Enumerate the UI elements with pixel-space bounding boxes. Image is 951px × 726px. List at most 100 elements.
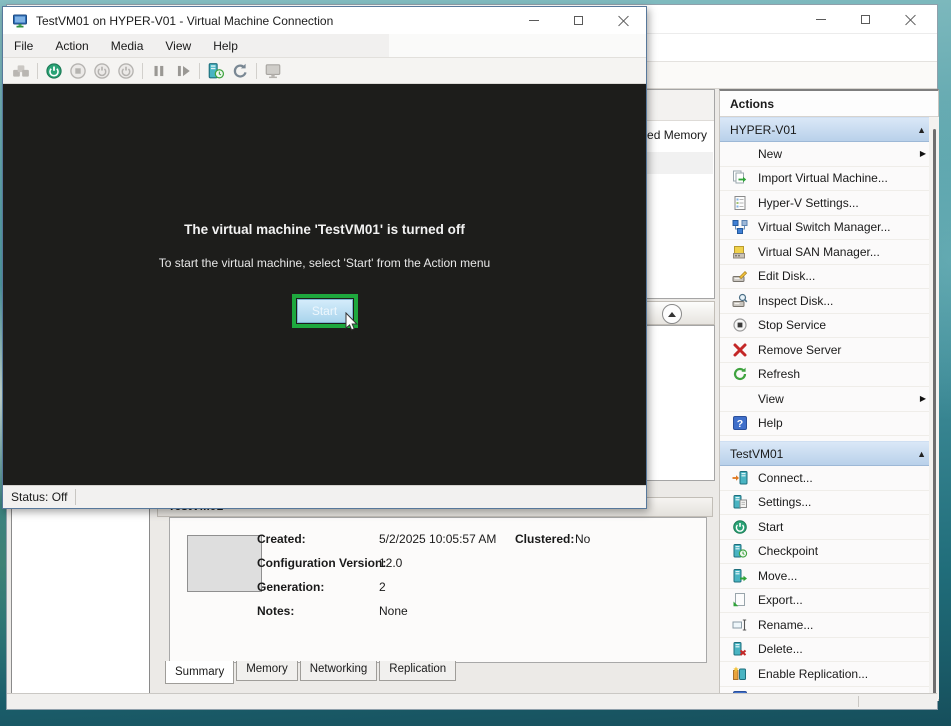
revert-button[interactable]: [228, 59, 252, 83]
submenu-arrow-icon: ▶: [920, 394, 926, 403]
action-item-connect[interactable]: Connect...: [720, 466, 938, 491]
clustered-value: No: [575, 532, 590, 546]
window-title: TestVM01 on HYPER-V01 - Virtual Machine …: [36, 14, 333, 28]
action-item-hyperv-settings[interactable]: Hyper-V Settings...: [720, 191, 938, 216]
manager-maximize-button[interactable]: [843, 5, 888, 33]
menu-bar-spacer: [389, 34, 646, 57]
action-item-new[interactable]: New ▶: [720, 142, 938, 167]
field-value: None: [379, 604, 408, 618]
collapse-checkpoints-button[interactable]: [662, 304, 682, 324]
clustered-label: Clustered:: [515, 532, 574, 546]
action-item-help[interactable]: Help: [720, 412, 938, 437]
vmconnect-title-bar[interactable]: TestVM01 on HYPER-V01 - Virtual Machine …: [3, 7, 646, 34]
help-icon: [732, 415, 750, 431]
checkpoint-button[interactable]: [204, 59, 228, 83]
action-item-settings[interactable]: Settings...: [720, 491, 938, 516]
field-value: 12.0: [379, 556, 402, 570]
action-item-export[interactable]: Export...: [720, 589, 938, 614]
submenu-arrow-icon: ▶: [920, 149, 926, 158]
enable-replication-icon: [732, 666, 750, 682]
settings-icon: [732, 494, 750, 510]
action-item-inspect-disk[interactable]: Inspect Disk...: [720, 289, 938, 314]
turn-off-button[interactable]: [66, 59, 90, 83]
minimize-icon: [816, 19, 826, 20]
collapse-arrow-icon: ▲: [917, 125, 926, 135]
close-icon: [618, 15, 629, 26]
vm-off-headline: The virtual machine 'TestVM01' is turned…: [3, 222, 646, 237]
menu-media[interactable]: Media: [100, 34, 155, 57]
enhanced-session-button[interactable]: [261, 59, 285, 83]
action-item-start[interactable]: Start: [720, 515, 938, 540]
toolbar-separator: [199, 63, 200, 79]
close-icon: [905, 14, 916, 25]
toolbar-separator: [37, 63, 38, 79]
vmconnect-status-bar: Status: Off: [3, 485, 646, 508]
tab-summary[interactable]: Summary: [165, 661, 234, 684]
action-item-checkpoint[interactable]: Checkpoint: [720, 540, 938, 565]
desktop: Assigned Memory TestVM01 Created: 5/2/20…: [0, 0, 951, 726]
field-label: Created:: [257, 532, 306, 546]
start-button[interactable]: Start: [297, 299, 353, 323]
remove-server-icon: [732, 342, 750, 358]
collapse-arrow-icon: ▲: [917, 449, 926, 459]
vm-status-text: Status: Off: [11, 490, 67, 504]
toolbar-separator: [142, 63, 143, 79]
actions-pane: Actions HYPER-V01 ▲ New ▶ Import Virtual…: [719, 89, 939, 701]
shut-down-button[interactable]: [90, 59, 114, 83]
action-item-move[interactable]: Move...: [720, 564, 938, 589]
save-vm-button[interactable]: [114, 59, 138, 83]
action-item-virtual-switch-manager[interactable]: Virtual Switch Manager...: [720, 216, 938, 241]
action-item-delete[interactable]: Delete...: [720, 638, 938, 663]
action-item-import-virtual-machine[interactable]: Import Virtual Machine...: [720, 167, 938, 192]
status-bar-divider: [858, 696, 859, 707]
move-icon: [732, 568, 750, 584]
refresh-icon: [732, 366, 750, 382]
tab-replication[interactable]: Replication: [379, 661, 456, 681]
action-item-virtual-san-manager[interactable]: Virtual SAN Manager...: [720, 240, 938, 265]
hyperv-settings-icon: [732, 195, 750, 211]
actions-pane-title: Actions: [720, 91, 938, 117]
pause-button[interactable]: [147, 59, 171, 83]
start-vm-button[interactable]: [42, 59, 66, 83]
resume-button[interactable]: [171, 59, 195, 83]
vmconnect-app-icon: [12, 13, 28, 29]
tab-networking[interactable]: Networking: [300, 661, 378, 681]
vmconnect-minimize-button[interactable]: [511, 7, 556, 34]
action-item-enable-replication[interactable]: Enable Replication...: [720, 662, 938, 687]
virtual-san-icon: [732, 244, 750, 260]
menu-view[interactable]: View: [154, 34, 202, 57]
delete-icon: [732, 641, 750, 657]
action-item-view[interactable]: View ▶: [720, 387, 938, 412]
actions-group-header-hyperv01[interactable]: HYPER-V01 ▲: [720, 117, 938, 142]
vmconnect-maximize-button[interactable]: [556, 7, 601, 34]
toolbar-separator: [256, 63, 257, 79]
start-button-highlight: Start: [292, 294, 358, 328]
export-icon: [732, 592, 750, 608]
manager-minimize-button[interactable]: [798, 5, 843, 33]
actions-group-header-testvm01[interactable]: TestVM01 ▲: [720, 441, 938, 466]
actions-scrollbar[interactable]: [929, 117, 939, 699]
vm-connection-window: TestVM01 on HYPER-V01 - Virtual Machine …: [2, 6, 647, 509]
vm-screen-viewport: The virtual machine 'TestVM01' is turned…: [3, 84, 646, 485]
stop-service-icon: [732, 317, 750, 333]
field-label: Configuration Version:: [257, 556, 386, 570]
menu-file[interactable]: File: [3, 34, 44, 57]
vmconnect-close-button[interactable]: [601, 7, 646, 34]
menu-help[interactable]: Help: [202, 34, 249, 57]
action-item-remove-server[interactable]: Remove Server: [720, 338, 938, 363]
manager-close-button[interactable]: [888, 5, 933, 33]
field-value: 5/2/2025 10:05:57 AM: [379, 532, 496, 546]
mouse-cursor-icon: [344, 312, 360, 334]
scrollbar-thumb[interactable]: [933, 129, 936, 695]
maximize-icon: [574, 16, 583, 25]
action-item-refresh[interactable]: Refresh: [720, 363, 938, 388]
action-item-rename[interactable]: Rename...: [720, 613, 938, 638]
action-item-stop-service[interactable]: Stop Service: [720, 314, 938, 339]
rename-icon: [732, 617, 750, 633]
action-item-edit-disk[interactable]: Edit Disk...: [720, 265, 938, 290]
import-vm-icon: [732, 170, 750, 186]
menu-action[interactable]: Action: [44, 34, 99, 57]
tab-memory[interactable]: Memory: [236, 661, 298, 681]
ctrl-alt-del-button[interactable]: [9, 59, 33, 83]
manager-tree-pane[interactable]: [11, 504, 150, 694]
